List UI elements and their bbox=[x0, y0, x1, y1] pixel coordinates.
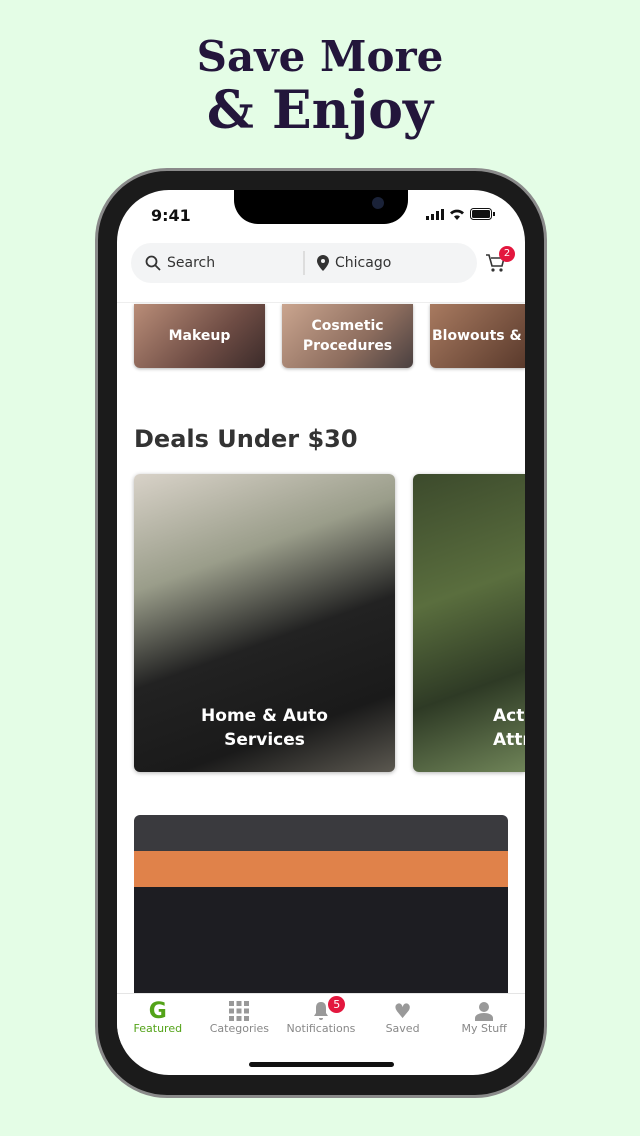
app-screen: 9:41 Search Chicago 2 Makeup Cosmetic Pr… bbox=[117, 190, 525, 1075]
category-label: Makeup bbox=[168, 328, 231, 344]
wifi-icon bbox=[450, 209, 464, 220]
heart-icon: ♥ bbox=[393, 999, 412, 1023]
grid-icon bbox=[229, 1000, 250, 1022]
category-card-blowouts[interactable]: Blowouts & Styling bbox=[430, 304, 525, 368]
search-placeholder: Search bbox=[167, 255, 216, 271]
section-title: Deals Under $30 bbox=[134, 425, 358, 453]
location-value: Chicago bbox=[335, 255, 392, 271]
tab-saved[interactable]: ♥ Saved bbox=[362, 994, 444, 1045]
divider bbox=[117, 302, 525, 303]
notifications-badge: 5 bbox=[328, 996, 346, 1013]
search-icon bbox=[145, 255, 161, 271]
featured-deal-image[interactable] bbox=[134, 815, 508, 995]
search-bar: Search Chicago bbox=[131, 243, 477, 283]
home-indicator[interactable] bbox=[249, 1062, 394, 1067]
notch bbox=[234, 190, 408, 224]
tab-label: Saved bbox=[385, 1022, 420, 1035]
battery-icon bbox=[470, 208, 495, 220]
location-input[interactable]: Chicago bbox=[305, 255, 391, 271]
deal-card-home-auto[interactable]: Home & Auto Services bbox=[134, 474, 395, 772]
tab-featured[interactable]: G Featured bbox=[117, 994, 199, 1045]
tab-bar: G Featured Categories 5 Notifications ♥ Sav… bbox=[117, 993, 525, 1045]
category-label: Cosmetic Procedures bbox=[302, 318, 393, 354]
deal-card-activities[interactable]: Activities & Attractions bbox=[413, 474, 525, 772]
user-icon bbox=[475, 1000, 494, 1022]
category-card-makeup[interactable]: Makeup bbox=[134, 304, 265, 368]
cart-button[interactable]: 2 bbox=[485, 246, 515, 278]
tab-label: My Stuff bbox=[461, 1022, 507, 1035]
deal-label: Activities & Attractions bbox=[493, 706, 525, 750]
tab-label: Notifications bbox=[286, 1022, 356, 1035]
tab-my-stuff[interactable]: My Stuff bbox=[443, 994, 525, 1045]
headline: Save More & Enjoy bbox=[0, 30, 640, 138]
tab-notifications[interactable]: 5 Notifications bbox=[280, 994, 362, 1045]
signal-icon bbox=[426, 208, 444, 220]
category-card-cosmetic[interactable]: Cosmetic Procedures bbox=[282, 304, 413, 368]
location-pin-icon bbox=[317, 255, 329, 271]
deal-label: Home & Auto Services bbox=[201, 706, 328, 750]
tab-label: Categories bbox=[209, 1022, 270, 1035]
category-label: Blowouts & Styling bbox=[432, 328, 525, 344]
headline-line2: & Enjoy bbox=[206, 80, 434, 141]
headline-line1: Save More bbox=[196, 32, 444, 81]
groupon-g-icon: G bbox=[148, 998, 167, 1024]
search-input[interactable]: Search bbox=[131, 251, 305, 275]
status-icons bbox=[426, 208, 495, 220]
status-time: 9:41 bbox=[151, 206, 191, 225]
tab-label: Featured bbox=[133, 1022, 183, 1035]
tab-categories[interactable]: Categories bbox=[199, 994, 281, 1045]
camera bbox=[372, 197, 384, 209]
cart-badge: 2 bbox=[499, 246, 515, 262]
